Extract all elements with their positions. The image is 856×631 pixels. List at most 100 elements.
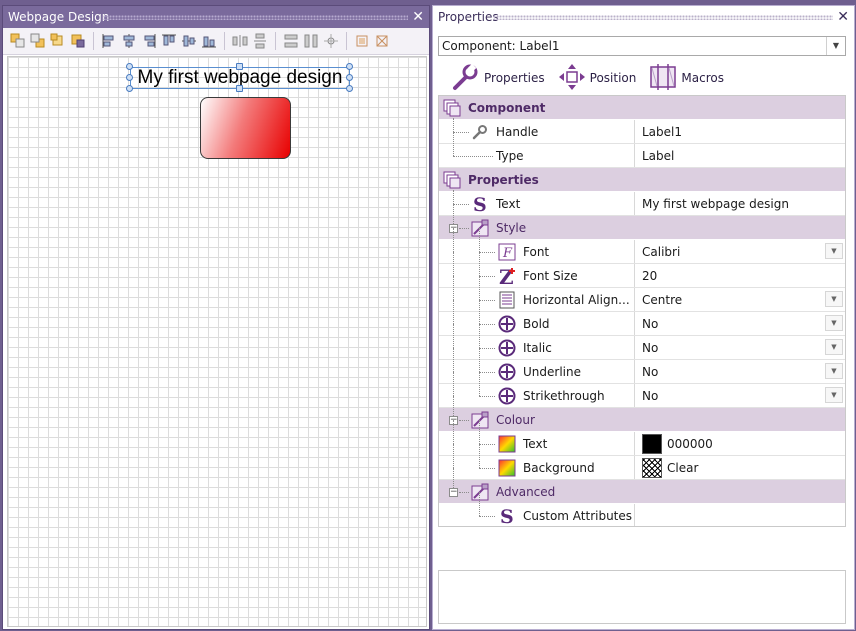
resize-handle-top-right[interactable]: [346, 63, 353, 70]
property-value-text-field[interactable]: My first webpage design: [634, 192, 845, 215]
same-width-icon[interactable]: [282, 32, 300, 50]
tree-line: [479, 348, 495, 349]
tree-line: [459, 492, 469, 493]
property-row-custom-attributes[interactable]: S Custom Attributes: [439, 492, 845, 526]
resize-handle-bottom[interactable]: [236, 85, 243, 92]
titlebar-grip[interactable]: [103, 15, 408, 20]
component-selector-value: Component: Label1: [442, 39, 560, 53]
tree-line: [479, 324, 480, 348]
align-right-icon[interactable]: [140, 32, 158, 50]
canvas-gradient-shape[interactable]: [200, 97, 291, 159]
space-vertical-icon[interactable]: [251, 32, 269, 50]
property-row-font[interactable]: F Font Calibri ▼: [439, 228, 845, 264]
component-icon: [443, 171, 461, 189]
underline-select[interactable]: No ▼: [634, 360, 845, 383]
strikethrough-select[interactable]: No ▼: [634, 384, 845, 407]
design-canvas[interactable]: My first webpage design: [7, 56, 427, 627]
property-name-cell: Background: [439, 444, 634, 480]
property-row-bold[interactable]: Bold No ▼: [439, 300, 845, 336]
webpage-design-title: Webpage Design: [8, 10, 110, 24]
tree-line: [479, 324, 495, 325]
subcategory-style[interactable]: − Style: [439, 204, 845, 240]
chevron-down-icon[interactable]: ▼: [825, 315, 843, 331]
grid-snap-icon[interactable]: [353, 32, 371, 50]
colour-swatch-black[interactable]: [642, 433, 662, 454]
chevron-down-icon[interactable]: ▼: [825, 291, 843, 307]
property-row-type[interactable]: Type Label: [439, 132, 845, 168]
tab-position[interactable]: Position: [557, 62, 636, 95]
subcategory-colour[interactable]: − Colour: [439, 396, 845, 432]
custom-attributes-field[interactable]: [634, 504, 845, 526]
tree-line: [479, 372, 480, 396]
property-name: Font: [523, 244, 550, 259]
align-bottom-icon[interactable]: [200, 32, 218, 50]
resize-handle-right[interactable]: [346, 74, 353, 81]
colour-swatch-clear[interactable]: [642, 457, 662, 478]
webpage-design-panel: Webpage Design ✕ My first webpage design: [2, 5, 430, 630]
property-row-strikethrough[interactable]: Strikethrough No ▼: [439, 372, 845, 408]
property-row-italic[interactable]: Italic No ▼: [439, 324, 845, 360]
string-s-icon: S: [471, 195, 489, 213]
toolbar-separator: [346, 32, 347, 50]
property-name-cell: Underline: [439, 348, 634, 384]
close-design-panel-button[interactable]: ✕: [412, 6, 424, 28]
svg-text:S: S: [473, 195, 487, 213]
property-name-cell: Z Font Size: [439, 252, 634, 288]
same-height-icon[interactable]: [302, 32, 320, 50]
tree-line: [479, 420, 480, 444]
chevron-down-icon[interactable]: ▼: [825, 363, 843, 379]
send-backward-icon[interactable]: [29, 32, 47, 50]
close-properties-button[interactable]: ✕: [837, 6, 849, 28]
category-properties[interactable]: Properties: [439, 168, 845, 192]
resize-icon[interactable]: [373, 32, 391, 50]
property-value-handle[interactable]: Label1: [634, 120, 845, 143]
property-row-text-colour[interactable]: Text 000000: [439, 420, 845, 456]
subcategory-advanced[interactable]: − Advanced: [439, 468, 845, 504]
align-middle-icon[interactable]: [180, 32, 198, 50]
titlebar-grip[interactable]: [493, 15, 833, 20]
bring-to-front-icon[interactable]: [49, 32, 67, 50]
background-colour-picker[interactable]: Clear: [634, 456, 845, 479]
tree-line: [453, 132, 454, 156]
center-icon[interactable]: [322, 32, 340, 50]
tab-macros[interactable]: Macros: [648, 62, 724, 95]
property-value-text: My first webpage design: [642, 196, 789, 211]
align-left-icon[interactable]: [100, 32, 118, 50]
subcategory-advanced-name: − Advanced: [439, 468, 634, 503]
property-row-horizontal-align[interactable]: Horizontal Align... Centre ▼: [439, 276, 845, 312]
property-row-background-colour[interactable]: Background Clear: [439, 444, 845, 480]
resize-handle-bottom-right[interactable]: [346, 85, 353, 92]
resize-handle-top[interactable]: [236, 63, 243, 70]
tree-line: [479, 396, 495, 397]
resize-handle-top-left[interactable]: [126, 63, 133, 70]
align-center-icon[interactable]: [120, 32, 138, 50]
bring-forward-icon[interactable]: [9, 32, 27, 50]
component-selector[interactable]: Component: Label1 ▼: [438, 36, 846, 56]
space-horizontal-icon[interactable]: [231, 32, 249, 50]
chevron-down-icon[interactable]: ▼: [825, 387, 843, 403]
send-to-back-icon[interactable]: [69, 32, 87, 50]
property-name-cell: F Font: [439, 228, 634, 264]
property-row-handle[interactable]: Handle Label1: [439, 118, 845, 144]
property-row-underline[interactable]: Underline No ▼: [439, 348, 845, 384]
font-select[interactable]: Calibri ▼: [634, 240, 845, 263]
text-colour-picker[interactable]: 000000: [634, 432, 845, 455]
category-component[interactable]: Component: [439, 96, 845, 120]
font-size-field[interactable]: 20: [634, 264, 845, 287]
property-row-font-size[interactable]: Z Font Size 20: [439, 252, 845, 288]
resize-handle-left[interactable]: [126, 74, 133, 81]
property-value-text: Clear: [667, 460, 699, 475]
bold-select[interactable]: No ▼: [634, 312, 845, 335]
property-row-text[interactable]: S Text My first webpage design: [439, 190, 845, 216]
category-label: Component: [468, 100, 546, 115]
chevron-down-icon[interactable]: ▼: [825, 339, 843, 355]
italic-select[interactable]: No ▼: [634, 336, 845, 359]
colour-palette-icon: [498, 435, 516, 453]
resize-handle-bottom-left[interactable]: [126, 85, 133, 92]
horizontal-align-select[interactable]: Centre ▼: [634, 288, 845, 311]
chevron-down-icon[interactable]: ▼: [825, 243, 843, 259]
tab-properties[interactable]: Properties: [451, 62, 545, 95]
align-top-icon[interactable]: [160, 32, 178, 50]
chevron-down-icon[interactable]: ▼: [826, 37, 845, 55]
collapse-advanced-icon[interactable]: −: [449, 488, 458, 497]
